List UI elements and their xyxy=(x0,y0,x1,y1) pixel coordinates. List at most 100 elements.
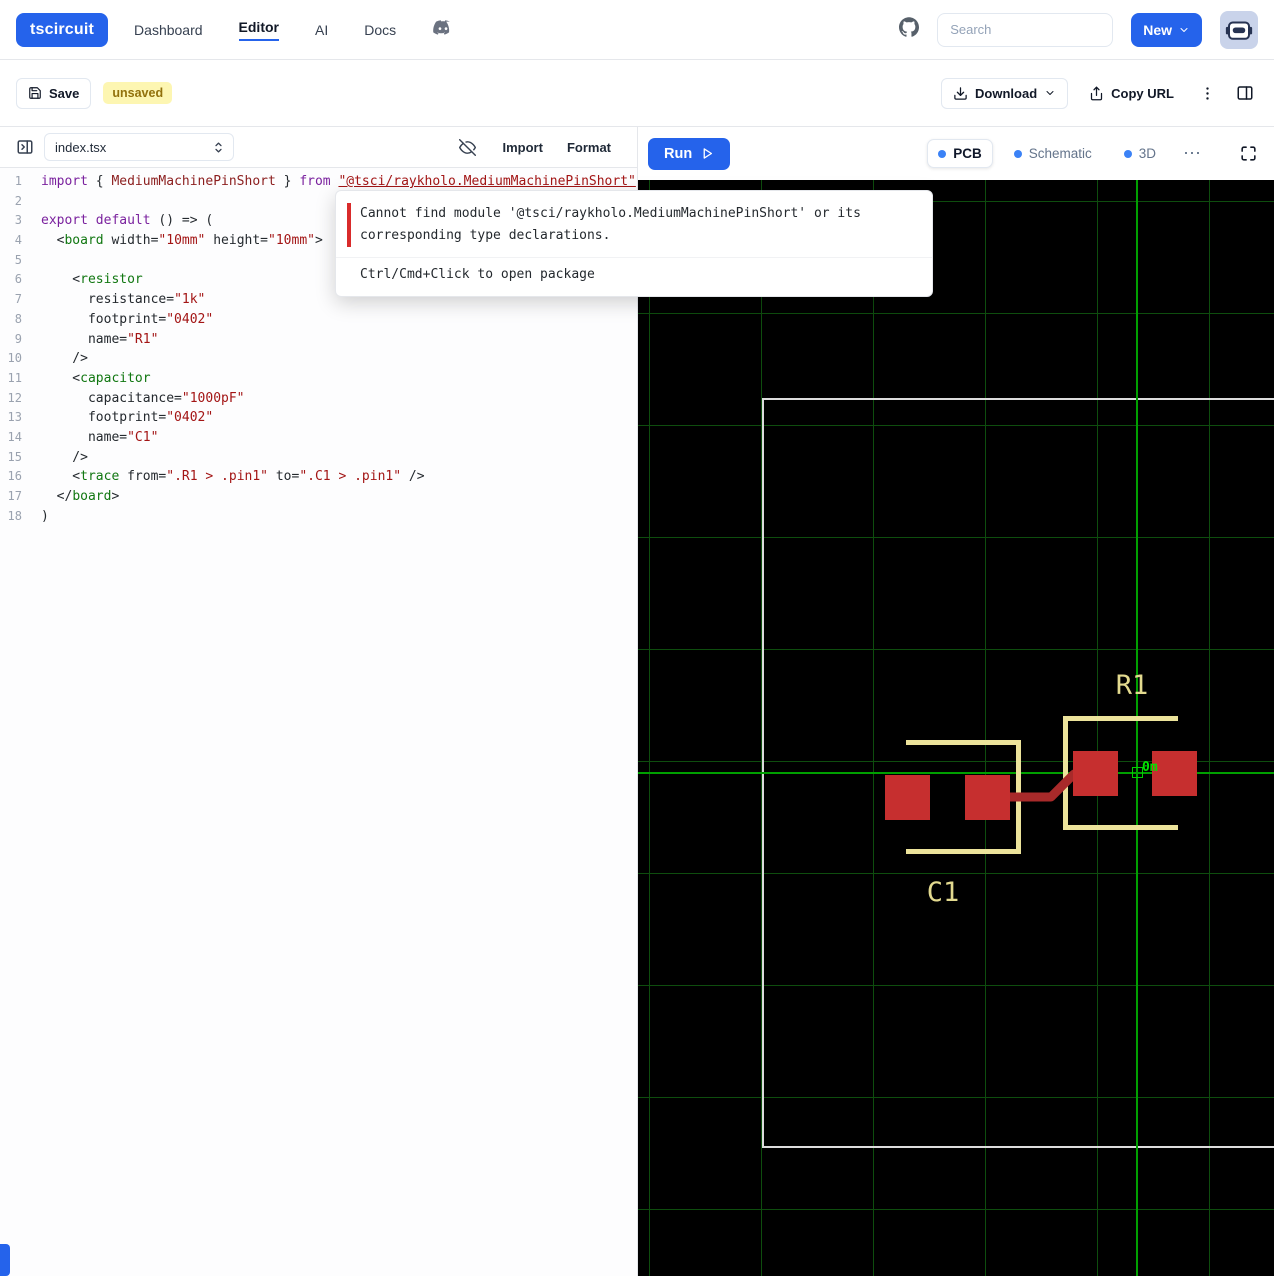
line-number: 1 xyxy=(14,174,22,188)
code-line[interactable]: 14 name="C1" xyxy=(0,428,637,448)
code-line[interactable]: 8 footprint="0402" xyxy=(0,310,637,330)
code-line-text: <trace from=".R1 > .pin1" to=".C1 > .pin… xyxy=(41,469,425,485)
tab-3d-label: 3D xyxy=(1138,146,1156,161)
code-line[interactable]: 13 footprint="0402" xyxy=(0,408,637,428)
kebab-menu-button[interactable] xyxy=(1195,81,1220,106)
editor-actions: Import Format xyxy=(457,137,623,158)
code-line-text: /> xyxy=(41,449,88,465)
file-select[interactable]: index.tsx xyxy=(44,133,234,161)
tab-3d[interactable]: 3D xyxy=(1113,139,1167,168)
top-navbar: tscircuit Dashboard Editor AI Docs New xyxy=(0,0,1274,60)
eye-slash-icon xyxy=(459,138,477,156)
schematic-dot-icon xyxy=(1013,149,1022,158)
code-line[interactable]: 12 capacitance="1000pF" xyxy=(0,389,637,409)
code-line-text: export default () => ( xyxy=(41,213,214,229)
discord-link[interactable] xyxy=(432,0,454,59)
line-number: 5 xyxy=(14,252,22,267)
fit-view-icon xyxy=(1241,146,1256,161)
run-button[interactable]: Run xyxy=(648,137,731,170)
code-line[interactable]: 1 import { MediumMachinePinShort } from "… xyxy=(0,172,637,192)
pcb-canvas[interactable]: 0m R1 C1 xyxy=(638,180,1274,1276)
fit-view-button[interactable] xyxy=(1239,144,1258,163)
code-line[interactable]: 15 /> xyxy=(0,448,637,468)
nav-item-ai[interactable]: AI xyxy=(315,0,328,59)
code-line-text: /> xyxy=(41,351,88,367)
new-button[interactable]: New xyxy=(1131,12,1202,47)
nav-item-dashboard[interactable]: Dashboard xyxy=(134,0,203,59)
pcb-pad[interactable] xyxy=(965,775,1010,820)
code-line-text: <resistor xyxy=(41,272,143,288)
code-line[interactable]: 17 </board> xyxy=(0,487,637,507)
line-number: 9 xyxy=(14,331,22,346)
search-input[interactable] xyxy=(937,12,1114,47)
pcb-pad[interactable] xyxy=(1152,751,1197,796)
download-button[interactable]: Download xyxy=(941,77,1069,109)
nav-item-dashboard-label: Dashboard xyxy=(134,21,203,38)
code-line-text: name="R1" xyxy=(41,331,159,347)
avatar[interactable] xyxy=(1220,10,1258,49)
pcb-trace[interactable] xyxy=(638,180,1274,1276)
import-button[interactable]: Import xyxy=(502,140,542,155)
nav-item-editor[interactable]: Editor xyxy=(238,0,279,59)
code-area[interactable]: 1 import { MediumMachinePinShort } from "… xyxy=(0,168,637,1276)
line-number: 8 xyxy=(14,311,22,326)
download-icon xyxy=(954,86,967,100)
tab-schematic[interactable]: Schematic xyxy=(1003,139,1103,168)
line-number: 10 xyxy=(7,351,22,366)
github-icon[interactable] xyxy=(899,17,920,42)
nav-item-docs[interactable]: Docs xyxy=(364,0,396,59)
code-line[interactable]: 16 <trace from=".R1 > .pin1" to=".C1 > .… xyxy=(0,467,637,487)
code-line[interactable]: 18) xyxy=(0,507,637,527)
save-button[interactable]: Save xyxy=(16,77,92,109)
copy-url-button-label: Copy URL xyxy=(1111,85,1174,101)
code-line-text: <capacitor xyxy=(41,370,151,386)
line-number: 2 xyxy=(14,193,22,208)
code-line-text: footprint="0402" xyxy=(41,410,214,426)
code-line-text: <board width="10mm" height="10mm"> xyxy=(41,233,323,249)
tab-pcb[interactable]: PCB xyxy=(927,139,993,168)
tab-schematic-label: Schematic xyxy=(1028,146,1092,161)
viewer-tabs: PCB Schematic 3D ⋯ xyxy=(927,139,1258,168)
eye-slash-button[interactable] xyxy=(457,137,478,158)
unsaved-badge: unsaved xyxy=(103,82,173,104)
new-button-label: New xyxy=(1143,21,1172,38)
discord-icon xyxy=(432,19,454,40)
line-number: 17 xyxy=(7,489,22,503)
layout-panel-button[interactable] xyxy=(1232,80,1258,106)
viewer-more-button[interactable]: ⋯ xyxy=(1177,143,1207,164)
code-editor-panel: index.tsx Import Format 1 import { Medium… xyxy=(0,127,638,1276)
error-tooltip-hint[interactable]: Ctrl/Cmd+Click to open package xyxy=(336,257,932,296)
code-line[interactable]: 10 /> xyxy=(0,349,637,369)
code-line-text: resistance="1k" xyxy=(41,292,206,308)
console-toggle[interactable] xyxy=(0,1244,10,1276)
file-toolbar-right: Download Copy URL xyxy=(941,77,1258,109)
code-line-text: name="C1" xyxy=(41,429,159,445)
file-toolbar: Save unsaved Download Copy URL xyxy=(0,60,1274,127)
layout-panel-icon xyxy=(1237,86,1253,100)
code-line[interactable]: 9 name="R1" xyxy=(0,330,637,350)
pcb-pad[interactable] xyxy=(885,775,930,820)
chevron-down-icon xyxy=(1046,91,1054,95)
line-number: 3 xyxy=(14,213,22,228)
format-button[interactable]: Format xyxy=(567,140,611,155)
robot-avatar-icon xyxy=(1225,21,1253,40)
line-number: 7 xyxy=(14,292,22,307)
origin-label: 0m xyxy=(1142,760,1158,775)
viewer-toolbar: Run PCB Schematic 3D ⋯ xyxy=(638,127,1274,180)
line-number: 15 xyxy=(7,449,22,464)
download-button-label: Download xyxy=(975,85,1038,101)
panel-collapse-icon xyxy=(17,140,33,154)
pcb-pad[interactable] xyxy=(1073,751,1118,796)
code-line[interactable]: 11 <capacitor xyxy=(0,369,637,389)
share-icon xyxy=(1091,86,1103,100)
line-number: 18 xyxy=(7,508,22,523)
tscircuit-logo[interactable]: tscircuit xyxy=(16,12,109,47)
navbar-right: New xyxy=(899,10,1258,49)
line-number: 12 xyxy=(7,390,22,405)
code-line-text: import { MediumMachinePinShort } from "@… xyxy=(41,174,636,189)
copy-url-button[interactable]: Copy URL xyxy=(1080,78,1183,108)
error-tooltip-message: Cannot find module '@tsci/raykholo.Mediu… xyxy=(336,191,932,257)
nav-item-docs-label: Docs xyxy=(364,21,397,38)
toggle-sidebar-button[interactable] xyxy=(14,136,36,158)
